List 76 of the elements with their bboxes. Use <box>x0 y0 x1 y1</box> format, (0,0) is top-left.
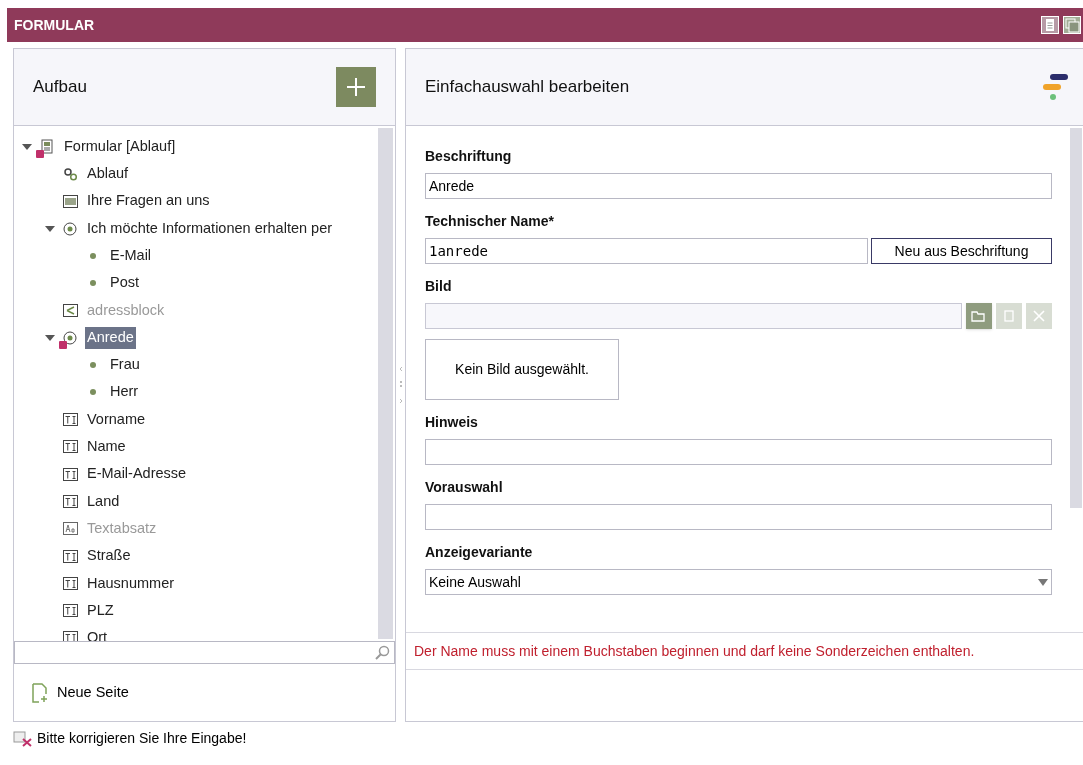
windows-icon[interactable] <box>1063 16 1081 34</box>
expand-toggle-icon[interactable] <box>22 142 32 151</box>
text-block-icon <box>62 522 78 536</box>
tree-item[interactable]: Ablauf <box>85 163 131 185</box>
tree-item[interactable]: Straße <box>85 545 133 567</box>
page-icon <box>1002 309 1016 323</box>
field-label: Bild <box>425 277 453 296</box>
radio-icon <box>63 330 77 345</box>
panel-title: Aufbau <box>33 76 87 99</box>
new-page-link[interactable]: Neue Seite <box>57 681 129 704</box>
expand-toggle-icon[interactable] <box>45 333 55 342</box>
field-label: Anzeigevariante <box>425 543 534 562</box>
dot-icon <box>90 362 96 368</box>
new-page-icon <box>32 682 49 703</box>
field-label: Hinweis <box>425 413 479 432</box>
image-path-field[interactable] <box>425 303 962 329</box>
text-input-icon <box>62 631 78 641</box>
tree-item[interactable]: Ich möchte Informationen erhalten per <box>85 217 335 240</box>
field-label: Beschriftung <box>425 147 513 166</box>
scrollbar[interactable] <box>378 128 393 639</box>
dot-icon <box>90 252 96 259</box>
text-input-icon <box>62 549 78 563</box>
edit-image-button[interactable] <box>996 303 1022 329</box>
text-input-icon <box>62 467 78 481</box>
gears-icon <box>62 166 78 181</box>
tree-item[interactable]: E-Mail <box>108 244 154 267</box>
text-input-icon <box>62 495 78 508</box>
open-folder-button[interactable] <box>966 303 992 329</box>
text-input-icon <box>62 440 78 454</box>
dot-icon <box>90 280 96 287</box>
logo-icon <box>1041 72 1069 102</box>
tree-item[interactable]: Herr <box>108 381 141 404</box>
remove-image-button[interactable] <box>1026 303 1052 329</box>
caret-icon <box>1038 578 1048 586</box>
tree-item[interactable]: Anrede <box>85 326 136 349</box>
tree-item[interactable]: PLZ <box>85 599 116 622</box>
generate-name-button[interactable]: Neu aus Beschriftung <box>871 238 1052 264</box>
plus-icon <box>346 77 366 97</box>
tree-item[interactable]: Ihre Fragen an uns <box>85 190 212 213</box>
group-icon <box>62 303 78 317</box>
window-title: FORMULAR <box>14 15 95 35</box>
text-area-icon <box>62 194 78 208</box>
error-message: Der Name muss mit einem Buchstaben beginnen und darf keine Sonderzeichen enthalten. <box>414 641 975 661</box>
dot-icon <box>90 389 96 396</box>
close-icon <box>1033 310 1045 322</box>
text-input-icon <box>62 604 78 618</box>
field-label: Technischer Name* <box>425 212 555 231</box>
form-page-icon <box>41 139 53 155</box>
dropdown[interactable]: Keine Auswahl <box>425 569 1052 595</box>
status-message: Bitte korrigieren Sie Ihre Eingabe! <box>37 729 247 748</box>
error-icon <box>13 730 33 747</box>
image-preview: Kein Bild ausgewählt. <box>425 339 619 400</box>
splitter-handle-icon[interactable] <box>398 365 403 405</box>
tree-item[interactable]: Frau <box>108 354 142 376</box>
tree-item[interactable]: Post <box>108 272 141 294</box>
tree-item[interactable]: Formular [Ablauf] <box>62 135 178 158</box>
search-icon <box>375 645 390 660</box>
radio-icon <box>63 221 77 236</box>
tree-item[interactable]: Vorname <box>85 408 148 431</box>
panel-title: Einfachauswahl bearbeiten <box>425 76 630 99</box>
tree-item[interactable]: Hausnummer <box>85 572 177 595</box>
text-input-icon <box>62 413 78 427</box>
input-field[interactable] <box>425 439 1052 465</box>
tree-item[interactable]: Land <box>85 490 122 513</box>
document-icon[interactable] <box>1041 16 1059 34</box>
tree-item[interactable]: Name <box>85 436 128 458</box>
input-field[interactable]: 1anrede <box>425 238 868 264</box>
scrollbar[interactable] <box>1070 128 1082 508</box>
text-input-icon <box>62 576 78 590</box>
expand-toggle-icon[interactable] <box>45 224 55 233</box>
field-label: Vorauswahl <box>425 478 504 497</box>
input-field[interactable] <box>425 504 1052 530</box>
tree-item[interactable]: E-Mail-Adresse <box>85 463 189 486</box>
folder-icon <box>971 309 987 323</box>
input-field[interactable]: Anrede <box>425 173 1052 199</box>
add-button[interactable] <box>336 67 376 107</box>
